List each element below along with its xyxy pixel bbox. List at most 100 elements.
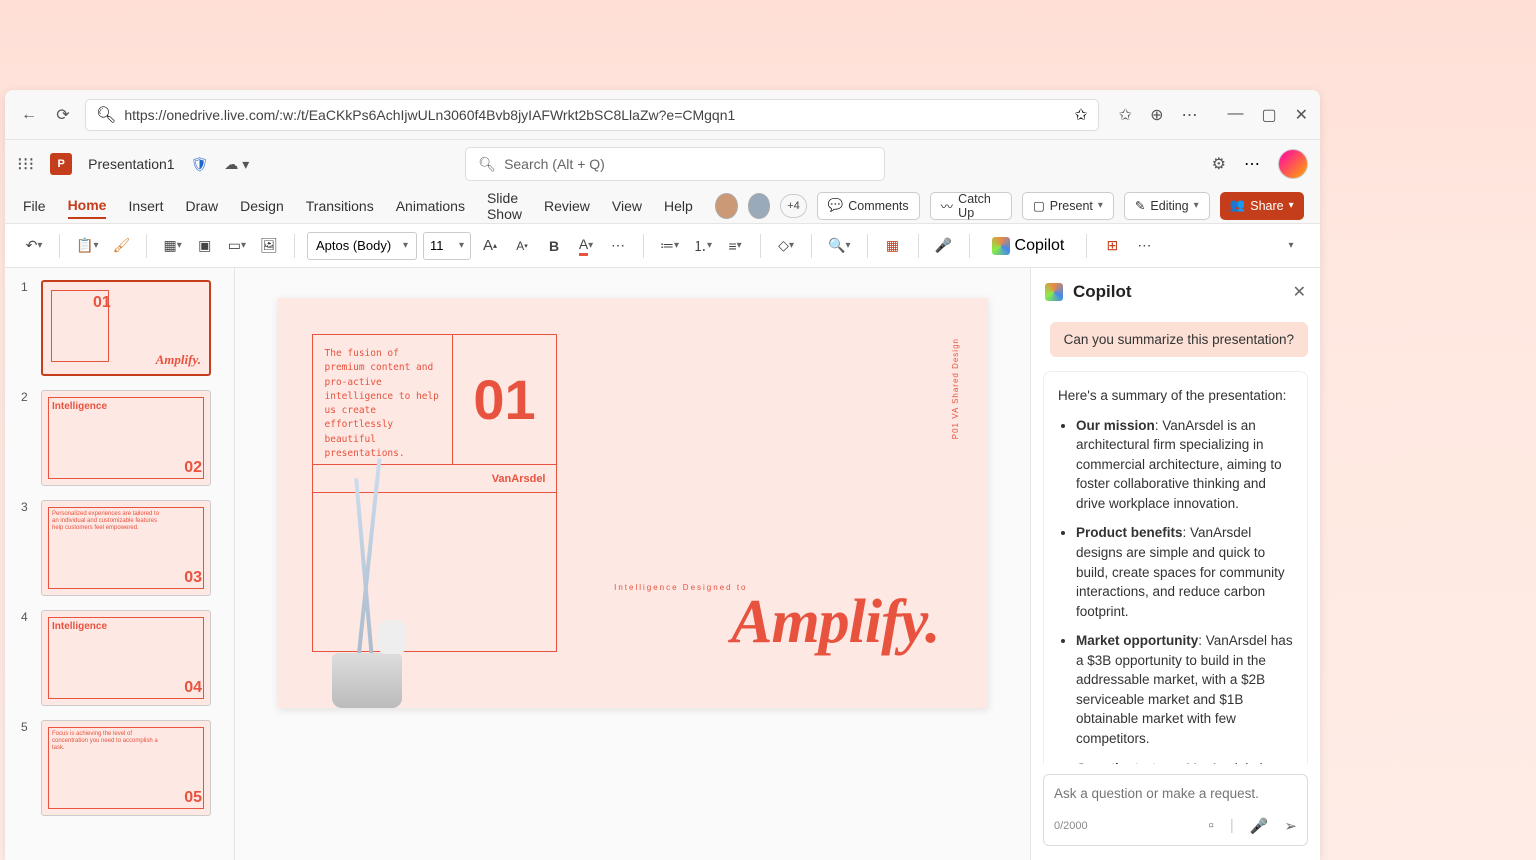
browser-window: ← ⟳ 🔍︎ ✩ ✩ ⊕ ⋯ — ▢ ✕ ⁝⁝⁝ P Presentation1…: [5, 90, 1320, 860]
tab-slideshow[interactable]: Slide Show: [487, 186, 522, 226]
settings-icon[interactable]: ⚙: [1212, 154, 1226, 174]
tab-transitions[interactable]: Transitions: [306, 194, 374, 218]
increase-font-button[interactable]: A▴: [477, 232, 503, 260]
section-button[interactable]: ▭ ▾: [224, 232, 250, 260]
present-button[interactable]: ▢ Present ▾: [1022, 192, 1114, 220]
slide-thumbnail-4[interactable]: Intelligence 04: [41, 610, 211, 706]
numbering-button[interactable]: ⒈ ▾: [689, 232, 716, 260]
slide-thumbnail-1[interactable]: 01 Amplify.: [41, 280, 211, 376]
tab-view[interactable]: View: [612, 194, 642, 218]
back-button[interactable]: ←: [17, 103, 41, 127]
thumb-number: 3: [21, 500, 33, 596]
tab-design[interactable]: Design: [240, 194, 284, 218]
tab-help[interactable]: Help: [664, 194, 693, 218]
browser-toolbar: ← ⟳ 🔍︎ ✩ ✩ ⊕ ⋯ — ▢ ✕: [5, 90, 1320, 140]
font-selector[interactable]: Aptos (Body)▾: [307, 232, 417, 260]
font-size-selector[interactable]: 11▾: [423, 232, 471, 260]
tab-review[interactable]: Review: [544, 194, 590, 218]
grid-view-button[interactable]: ⊞: [1099, 232, 1125, 260]
ribbon-tabs: File Home Insert Draw Design Transitions…: [5, 188, 1320, 224]
designer-button[interactable]: ▦: [880, 232, 906, 260]
minimize-button[interactable]: —: [1227, 105, 1243, 125]
refresh-button[interactable]: ⟳: [51, 103, 75, 127]
content-area: 1 01 Amplify. 2 Intelligence 02 3: [5, 268, 1320, 860]
copilot-input-area: 0/2000 ▫ | 🎤 ➢: [1031, 764, 1320, 860]
close-copilot-button[interactable]: ✕: [1293, 282, 1306, 302]
shield-icon[interactable]: 🛡: [191, 156, 209, 173]
tab-draw[interactable]: Draw: [185, 194, 218, 218]
search-placeholder: Search (Alt + Q): [504, 156, 605, 172]
search-icon: 🔍︎: [478, 156, 496, 173]
picture-button[interactable]: 🖼: [256, 232, 282, 260]
summary-bullet: Our mission: VanArsdel is an architectur…: [1076, 416, 1293, 514]
comments-button[interactable]: 💬 Comments: [817, 192, 920, 220]
dictate-button[interactable]: 🎤: [931, 232, 957, 260]
slide-side-label: P01 VA Shared Design: [951, 338, 960, 439]
search-box[interactable]: 🔍︎ Search (Alt + Q): [465, 147, 885, 181]
user-avatar[interactable]: [1278, 149, 1308, 179]
tab-animations[interactable]: Animations: [396, 194, 465, 218]
paste-button[interactable]: 📋 ▾: [72, 232, 102, 260]
slide-canvas[interactable]: The fusion of premium content and pro-ac…: [235, 268, 1030, 860]
address-bar[interactable]: 🔍︎ ✩: [85, 99, 1099, 131]
tab-file[interactable]: File: [23, 194, 46, 218]
bullets-button[interactable]: ≔ ▾: [656, 232, 683, 260]
tab-insert[interactable]: Insert: [128, 194, 163, 218]
align-button[interactable]: ≡ ▾: [722, 232, 748, 260]
toolbar: ↶ ▾ 📋 ▾ 🖌 ▦ ▾ ▣ ▭ ▾ 🖼 Aptos (Body)▾ 11▾ …: [5, 224, 1320, 268]
format-painter-button[interactable]: 🖌: [108, 232, 134, 260]
slide-thumbnail-5[interactable]: Focus is achieving the level of concentr…: [41, 720, 211, 816]
current-slide[interactable]: The fusion of premium content and pro-ac…: [278, 298, 988, 708]
document-title[interactable]: Presentation1: [88, 156, 174, 172]
copilot-icon: [1045, 283, 1063, 301]
more-toolbar-button[interactable]: ⋯: [1131, 232, 1157, 260]
favorites-icon[interactable]: ✩: [1119, 105, 1132, 125]
response-intro: Here's a summary of the presentation:: [1058, 386, 1293, 406]
slide-thumbnail-3[interactable]: Personalized experiences are tailored to…: [41, 500, 211, 596]
copilot-toolbar-button[interactable]: Copilot: [982, 231, 1075, 261]
small-pot-illustration: [378, 620, 406, 654]
new-slide-button[interactable]: ▦ ▾: [159, 232, 185, 260]
attach-icon[interactable]: ▫: [1209, 817, 1214, 835]
send-icon[interactable]: ➢: [1284, 817, 1297, 835]
share-button[interactable]: 👥 Share ▾: [1220, 192, 1304, 220]
editing-mode-button[interactable]: ✎ Editing ▾: [1124, 192, 1210, 220]
copilot-icon: [992, 237, 1010, 255]
slide-description: The fusion of premium content and pro-ac…: [313, 335, 454, 464]
collaborator-avatar[interactable]: [748, 193, 771, 219]
font-color-button[interactable]: A ▾: [573, 232, 599, 260]
maximize-button[interactable]: ▢: [1261, 105, 1276, 125]
collaborator-avatar[interactable]: [715, 193, 738, 219]
close-button[interactable]: ✕: [1295, 105, 1308, 125]
copilot-conversation: Can you summarize this presentation? Her…: [1031, 316, 1320, 764]
copilot-panel: Copilot ✕ Can you summarize this present…: [1030, 268, 1320, 860]
layout-button[interactable]: ▣: [192, 232, 218, 260]
catchup-button[interactable]: 〰 Catch Up: [930, 192, 1012, 220]
cloud-sync-icon[interactable]: ☁ ▾: [224, 156, 249, 173]
tab-home[interactable]: Home: [68, 193, 107, 219]
undo-button[interactable]: ↶ ▾: [21, 232, 47, 260]
more-icon[interactable]: ⋯: [1181, 105, 1197, 125]
powerpoint-icon: P: [50, 153, 72, 175]
collapse-ribbon-button[interactable]: ▾: [1278, 232, 1304, 260]
copilot-input-box[interactable]: 0/2000 ▫ | 🎤 ➢: [1043, 774, 1308, 846]
shapes-button[interactable]: ◇ ▾: [773, 232, 799, 260]
collections-icon[interactable]: ⊕: [1150, 105, 1163, 125]
collaborator-overflow[interactable]: +4: [780, 194, 806, 218]
decrease-font-button[interactable]: A▾: [509, 232, 535, 260]
slide-thumbnail-2[interactable]: Intelligence 02: [41, 390, 211, 486]
thumb-number: 4: [21, 610, 33, 706]
mic-icon[interactable]: 🎤: [1250, 817, 1269, 835]
copilot-input[interactable]: [1054, 786, 1297, 801]
more-font-button[interactable]: ⋯: [605, 232, 631, 260]
app-launcher-icon[interactable]: ⁝⁝⁝: [17, 154, 34, 175]
thumb-number: 2: [21, 390, 33, 486]
app-header: ⁝⁝⁝ P Presentation1 🛡 ☁ ▾ 🔍︎ Search (Alt…: [5, 140, 1320, 188]
thumb-number: 5: [21, 720, 33, 816]
find-button[interactable]: 🔍 ▾: [824, 232, 854, 260]
slide-subtitle: Intelligence Designed to: [614, 583, 747, 592]
star-outline-icon[interactable]: ✩: [1074, 105, 1087, 125]
bold-button[interactable]: B: [541, 232, 567, 260]
more-header-icon[interactable]: ⋯: [1244, 154, 1260, 174]
url-input[interactable]: [124, 107, 1066, 123]
